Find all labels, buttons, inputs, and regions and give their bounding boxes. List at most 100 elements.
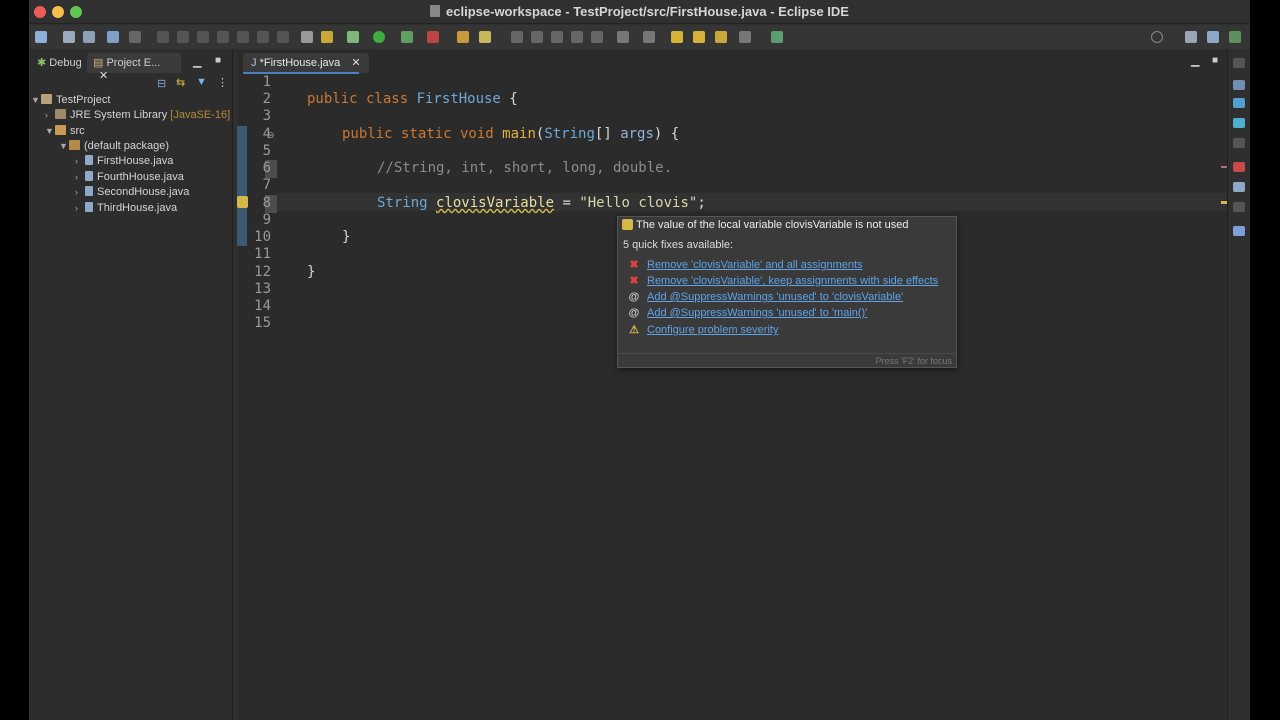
java-file-icon [85,202,93,212]
last-edit-icon[interactable] [671,31,683,43]
save-icon[interactable] [63,31,75,43]
editor-tab-firsthouse[interactable]: J *FirstHouse.java ✕ [243,53,369,73]
java-perspective-icon[interactable] [1207,31,1219,43]
quick-fix-label[interactable]: Add @SuppressWarnings 'unused' to 'main(… [647,307,867,319]
chevron-right-icon[interactable]: › [75,203,85,213]
quick-fix-label[interactable]: Remove 'clovisVariable', keep assignment… [647,275,938,287]
close-tab-icon[interactable]: ✕ [99,70,108,82]
expressions-icon[interactable] [1233,118,1245,128]
close-editor-tab-icon[interactable]: ✕ [351,57,360,69]
javadoc-icon[interactable] [1233,182,1245,192]
collapse-all-icon[interactable]: ⊟ [157,77,166,90]
previous-annotation-icon[interactable] [643,31,655,43]
suspend-icon[interactable] [177,31,189,43]
forward-icon[interactable] [739,31,751,43]
declaration-icon[interactable] [1233,202,1245,212]
view-menu-icon[interactable]: ⋮ [217,76,228,89]
chevron-down-icon[interactable]: ▼ [45,126,55,136]
tree-item-secondhouse[interactable]: › SecondHouse.java [75,186,189,201]
external-tools-icon[interactable] [427,31,439,43]
debug-perspective-icon[interactable] [1229,31,1241,43]
maximize-icon[interactable]: ■ [215,55,221,66]
chevron-down-icon[interactable]: ▼ [31,95,41,105]
step-over-icon[interactable] [257,31,269,43]
java-editor[interactable]: J *FirstHouse.java ✕ ▁ ■ ⊖ 1 2 3 4 5 6 7… [237,50,1229,720]
warning-lightbulb-icon[interactable] [237,196,248,208]
filter-icon[interactable]: ▼ [196,76,207,88]
tree-item-label: ThirdHouse.java [97,202,178,214]
toggle-annotation-icon[interactable] [511,31,523,43]
tree-item-testproject[interactable]: ▼ TestProject [31,94,110,109]
whitespace-icon[interactable] [591,31,603,43]
annotation-icon: @ [628,307,640,319]
line-number: 10 [254,229,271,245]
editor-minimize-icon[interactable]: ▁ [1191,54,1199,67]
outline-icon[interactable] [1233,138,1245,148]
quick-fix-item[interactable]: ✖ Remove 'clovisVariable' and all assignm… [628,258,863,271]
quick-fix-label[interactable]: Configure problem severity [647,324,778,336]
step-return-icon[interactable] [277,31,289,43]
quick-fix-item[interactable]: @ Add @SuppressWarnings 'unused' to 'clov… [628,291,904,303]
terminal-icon[interactable] [107,31,119,43]
tab-debug[interactable]: ✱ Debug [31,53,88,73]
coverage-icon[interactable] [401,31,413,43]
keyword: public static void [342,126,503,142]
skip-breakpoints-icon[interactable] [129,31,141,43]
open-perspective-icon[interactable] [1185,31,1197,43]
code-line-10: } [342,229,351,245]
restore-icon[interactable] [1233,58,1245,68]
search-global-icon[interactable] [1151,31,1163,43]
chevron-right-icon[interactable]: › [75,187,85,197]
tab-project-explorer[interactable]: ▤ Project E... ✕ [87,53,181,82]
save-all-icon[interactable] [83,31,95,43]
search-icon[interactable] [479,31,491,43]
chevron-right-icon[interactable]: › [45,110,55,120]
quick-fix-label[interactable]: Add @SuppressWarnings 'unused' to 'clovi… [647,291,903,303]
chevron-right-icon[interactable]: › [75,156,85,166]
tree-item-src[interactable]: ▼ src [45,125,85,140]
disconnect-icon[interactable] [217,31,229,43]
debug-icon[interactable] [347,31,359,43]
hover-title-text: The value of the local variable clovisVa… [636,219,909,231]
source-folder-icon [55,125,66,135]
quick-fix-label[interactable]: Remove 'clovisVariable' and all assignme… [647,259,863,271]
unused-variable[interactable]: clovisVariable [436,195,554,211]
problems-icon[interactable] [1233,162,1245,172]
link-with-editor-icon[interactable]: ⇆ [176,76,185,89]
chevron-right-icon[interactable]: › [75,172,85,182]
mark-occurrences-icon[interactable] [531,31,543,43]
tree-item-thirdhouse[interactable]: › ThirdHouse.java [75,202,177,217]
quick-fix-item[interactable]: ⚠ Configure problem severity [628,323,778,336]
variables-icon[interactable] [1233,80,1245,90]
next-annotation-icon[interactable] [617,31,629,43]
editor-maximize-icon[interactable]: ■ [1212,55,1218,66]
console-icon[interactable] [1233,226,1245,236]
breakpoints-icon[interactable] [1233,98,1245,108]
quick-fix-item[interactable]: ✖ Remove 'clovisVariable', keep assignmen… [628,274,938,287]
terminate-icon[interactable] [197,31,209,43]
tree-item-jre[interactable]: › JRE System Library [JavaSE-16] [45,109,230,124]
run-icon[interactable] [373,31,385,43]
library-icon [55,109,66,119]
tree-item-default-package[interactable]: ▼ (default package) [59,140,169,155]
quick-fix-hover[interactable]: The value of the local variable clovisVa… [617,216,957,368]
back-icon[interactable] [693,31,705,43]
remove-icon: ✖ [629,275,639,287]
block-selection-icon[interactable] [551,31,563,43]
use-step-filters-icon[interactable] [321,31,333,43]
quick-fix-item[interactable]: @ Add @SuppressWarnings 'unused' to 'main… [628,307,868,319]
back-arrow-icon[interactable] [715,31,727,43]
minimize-icon[interactable]: ▁ [193,55,201,68]
type-name: String [544,126,595,142]
word-wrap-icon[interactable] [571,31,583,43]
tree-item-firsthouse[interactable]: › FirstHouse.java [75,155,173,170]
open-type-icon[interactable] [457,31,469,43]
step-into-icon[interactable] [237,31,249,43]
type-name: String [377,195,437,211]
new-icon[interactable] [35,31,47,43]
resume-icon[interactable] [157,31,169,43]
tree-item-fourthhouse[interactable]: › FourthHouse.java [75,171,184,186]
pin-editor-icon[interactable] [771,31,783,43]
chevron-down-icon[interactable]: ▼ [59,141,69,151]
drop-to-frame-icon[interactable] [301,31,313,43]
